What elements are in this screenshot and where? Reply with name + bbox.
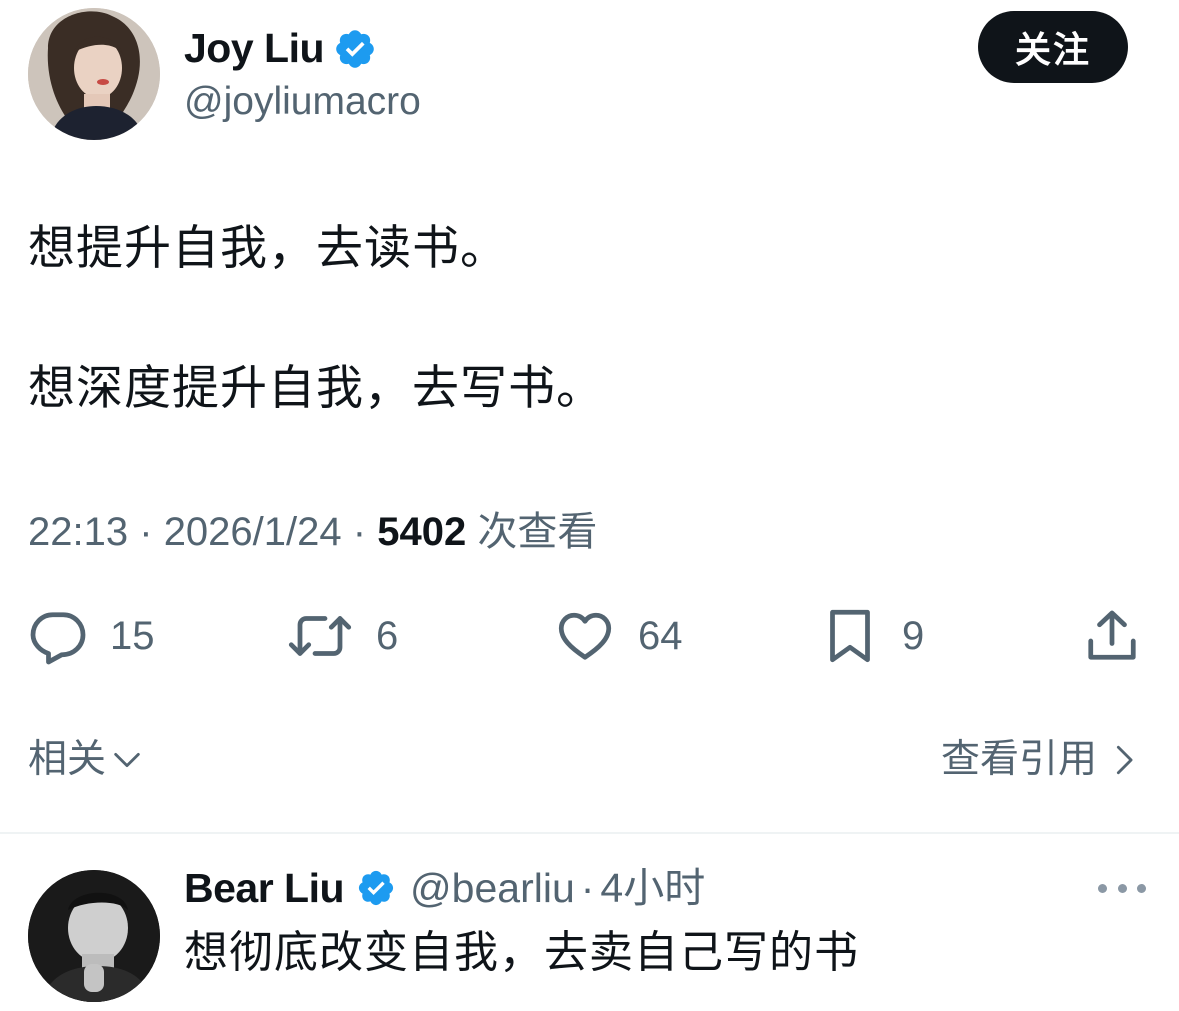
related-label: 相关 [28,738,107,781]
reply-icon [30,612,86,665]
author-handle[interactable]: @joyliumacro [184,78,421,126]
more-dot [1098,883,1107,893]
repost-count: 6 [376,613,399,658]
share-button[interactable] [1082,604,1142,668]
reply-author-avatar[interactable] [28,870,160,1002]
bookmark-icon [830,609,870,663]
reply-author-name[interactable]: Bear Liu [184,862,345,914]
view-count-label[interactable]: 次查看 [477,510,597,554]
reply-text: 想彻底改变自我，去卖自己写的书 [184,928,859,977]
reply-button[interactable]: 15 [28,604,155,668]
related-toggle[interactable]: 相关 [28,734,144,786]
chevron-right-icon [1116,745,1133,775]
verified-badge-icon [358,870,394,906]
bookmark-count: 9 [902,613,925,658]
share-icon [1088,610,1136,660]
post-date: 2026/1/24 [163,510,342,554]
like-button[interactable]: 64 [554,604,683,668]
reply-author-handle[interactable]: @bearliu [410,862,575,914]
more-dot [1137,883,1146,893]
reply-header: Bear Liu @bearliu · 4小时 [184,862,705,914]
bookmark-button[interactable]: 9 [820,604,924,668]
reply-avatar-image [28,870,160,1002]
author-avatar-image [28,8,160,140]
post-time: 22:13 [28,510,129,554]
like-icon [558,612,612,660]
view-quotes-link[interactable]: 查看引用 [941,734,1141,786]
verified-badge-icon [336,30,374,68]
meta-separator: · [139,510,153,554]
post-meta: 22:13 · 2026/1/24 · 5402 次查看 [28,506,597,558]
view-quotes-label: 查看引用 [940,738,1097,781]
reply-separator: · [580,865,595,911]
more-dot [1117,883,1127,893]
post-text-line: 想提升自我，去读书。 [28,221,508,274]
repost-button[interactable]: 6 [286,604,398,668]
reply-count: 15 [110,613,155,658]
author-avatar[interactable] [28,8,160,140]
repost-icon [288,616,352,656]
chevron-down-icon [114,752,140,768]
post-text-line: 想深度提升自我，去写书。 [28,361,604,414]
view-count[interactable]: 5402 [377,510,466,554]
reply-time[interactable]: 4小时 [600,862,705,914]
meta-separator: · [352,510,367,554]
section-divider [0,832,1179,834]
like-count: 64 [638,613,683,658]
more-icon[interactable] [1098,876,1146,900]
author-name[interactable]: Joy Liu [184,22,325,74]
follow-button[interactable]: 关注 [978,11,1128,83]
